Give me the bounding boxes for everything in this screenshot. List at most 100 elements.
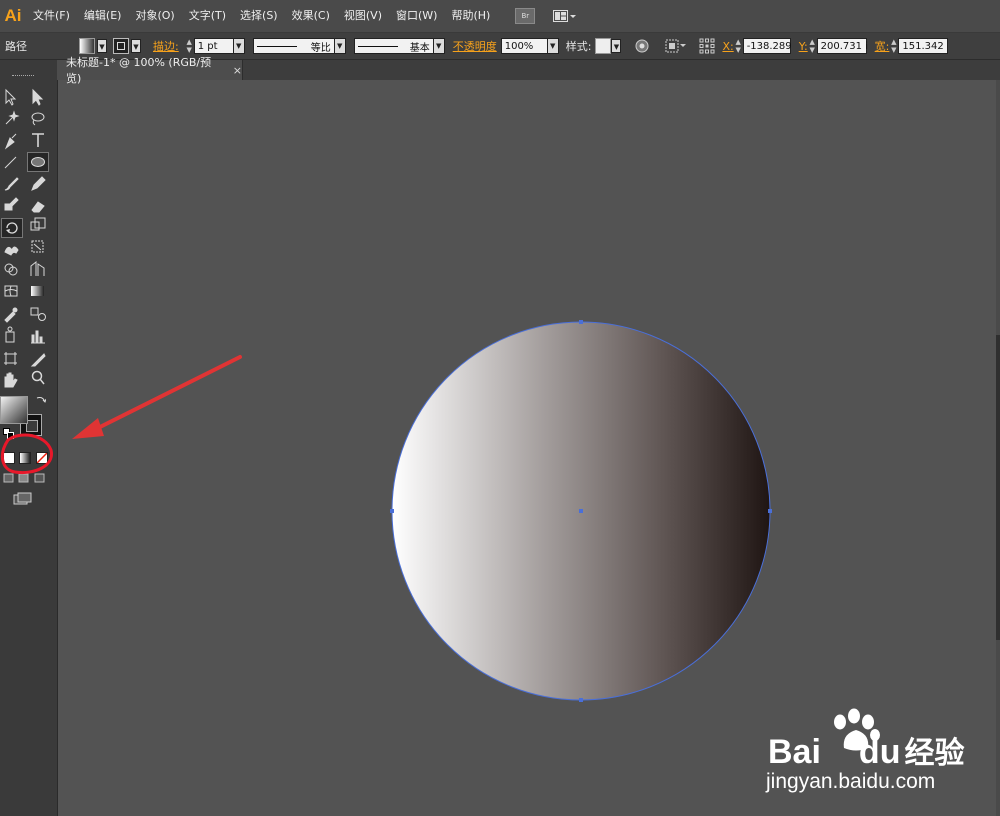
opacity-label[interactable]: 不透明度 [453, 38, 497, 54]
direct-selection-tool-icon [32, 88, 44, 106]
anchor-point-bottom [579, 698, 583, 702]
app-logo: Ai [4, 6, 22, 25]
line-tool-icon [4, 156, 17, 169]
lasso-tool-icon [31, 112, 45, 126]
document-tab-title: 未标题-1* @ 100% (RGB/预览) [66, 56, 212, 85]
pencil-tool-icon [31, 176, 46, 191]
profile-label: 等比 [310, 42, 331, 54]
document-tab-bar: 未标题-1* @ 100% (RGB/预览) × [57, 56, 1000, 85]
stroke-label[interactable]: 描边: [153, 38, 179, 54]
y-field[interactable]: 200.731 i [816, 38, 868, 54]
opacity-field[interactable]: 100% [500, 38, 548, 54]
fill-swatch-large[interactable] [0, 396, 28, 424]
symbol-sprayer-tool-icon [5, 326, 15, 343]
watermark-brand: Bai [768, 733, 821, 771]
width-field[interactable]: 151.342 [898, 38, 949, 54]
menu-edit[interactable]: 编辑(E) [77, 0, 129, 32]
align-to-selection-icon[interactable] [665, 39, 687, 53]
opacity-dropdown-icon[interactable]: ▼ [547, 38, 559, 54]
eyedropper-tool-icon [4, 307, 18, 323]
menu-file[interactable]: 文件(F) [26, 0, 77, 32]
perspective-grid-tool-icon [30, 260, 45, 276]
variable-width-profile[interactable]: 等比 [252, 38, 335, 54]
menu-help[interactable]: 帮助(H) [444, 0, 497, 32]
recolor-artwork-icon[interactable] [635, 39, 649, 53]
tools-panel [0, 60, 58, 816]
pen-tool-icon [4, 133, 17, 150]
annotation-arrow [72, 355, 242, 439]
x-spinner[interactable]: ▲ ▼ [734, 38, 743, 54]
selection-tool-icon [5, 88, 17, 106]
artboard-canvas [0, 320, 772, 702]
swap-fill-stroke-icon[interactable] [36, 395, 47, 405]
brush-dropdown-icon[interactable]: ▼ [433, 38, 445, 54]
gradient-tool-icon [31, 286, 44, 296]
width-label[interactable]: 宽: [875, 38, 890, 54]
x-field[interactable]: -138.289 [742, 38, 792, 54]
stroke-spinner[interactable]: ▲ ▼ [185, 38, 194, 54]
selection-anchor-points[interactable] [390, 320, 772, 702]
blob-brush-tool-icon [4, 197, 19, 211]
close-icon[interactable]: × [233, 64, 242, 77]
free-transform-tool-icon [31, 240, 44, 253]
hand-tool-icon [4, 372, 18, 388]
menu-type[interactable]: 文字(T) [182, 0, 233, 32]
style-label: 样式: [565, 40, 592, 53]
profile-dropdown-icon[interactable]: ▼ [334, 38, 346, 54]
stroke-dropdown-icon[interactable]: ▼ [131, 39, 141, 53]
rotate-tool[interactable] [1, 218, 23, 238]
center-point [579, 509, 583, 513]
magic-wand-tool-icon [5, 110, 20, 125]
brush-definition[interactable]: 基本 [353, 38, 434, 54]
y-label[interactable]: Y: [799, 40, 808, 53]
watermark: Bai du 经验 jingyan.baidu.com [766, 708, 966, 798]
menu-window[interactable]: 窗口(W) [389, 0, 444, 32]
ellipse-tool-icon [31, 157, 45, 167]
style-dropdown-icon[interactable]: ▼ [611, 39, 622, 53]
scale-tool-icon [30, 217, 46, 231]
vertical-scrollbar-thumb[interactable] [996, 335, 1000, 640]
warp-tool-icon [4, 246, 19, 256]
bridge-icon[interactable]: Br [515, 8, 536, 24]
width-spinner[interactable]: ▲ ▼ [889, 38, 898, 54]
gradient-button[interactable] [19, 452, 31, 464]
style-swatch[interactable] [595, 38, 612, 54]
brush-label: 基本 [409, 42, 430, 54]
slice-tool-icon [30, 353, 46, 367]
watermark-brand-du: du [858, 733, 901, 771]
stroke-weight-dropdown-icon[interactable]: ▼ [233, 38, 245, 54]
reference-point-icon[interactable] [699, 38, 715, 54]
document-tab[interactable]: 未标题-1* @ 100% (RGB/预览) × [57, 56, 243, 85]
draw-mode-icons[interactable] [3, 472, 49, 484]
x-label[interactable]: X: [722, 40, 733, 53]
arrange-documents-icon[interactable] [553, 9, 577, 23]
selection-type-label: 路径 [5, 40, 27, 53]
none-button[interactable] [36, 452, 48, 464]
menu-select[interactable]: 选择(S) [233, 0, 285, 32]
column-graph-tool-icon [31, 330, 45, 344]
gradient-circle[interactable] [391, 321, 771, 701]
screen-mode-icon[interactable] [13, 492, 33, 506]
menu-view[interactable]: 视图(V) [337, 0, 389, 32]
color-button[interactable] [3, 452, 15, 464]
rotate-tool-icon [6, 222, 18, 234]
menu-object[interactable]: 对象(O) [128, 0, 181, 32]
y-spinner[interactable]: ▲ ▼ [808, 38, 817, 54]
menu-bar: Ai 文件(F) 编辑(E) 对象(O) 文字(T) 选择(S) 效果(C) 视… [0, 0, 1000, 33]
stroke-swatch[interactable] [113, 38, 129, 54]
stroke-weight-field[interactable]: 1 pt [193, 38, 234, 54]
watermark-url: jingyan.baidu.com [766, 770, 936, 793]
fill-dropdown-icon[interactable]: ▼ [97, 39, 107, 53]
artboard-tool-icon [4, 352, 17, 365]
watermark-chinese: 经验 [904, 736, 965, 771]
type-tool-icon [32, 133, 44, 147]
none-slash-icon [37, 453, 47, 463]
ellipse-tool[interactable] [27, 152, 49, 172]
anchor-point-right [768, 509, 772, 513]
panel-grip[interactable] [12, 75, 34, 78]
fill-swatch[interactable] [79, 38, 95, 54]
menu-effect[interactable]: 效果(C) [285, 0, 337, 32]
default-fill-stroke-icon[interactable] [3, 428, 15, 440]
anchor-point-top [579, 320, 583, 324]
anchor-point-left [390, 509, 394, 513]
